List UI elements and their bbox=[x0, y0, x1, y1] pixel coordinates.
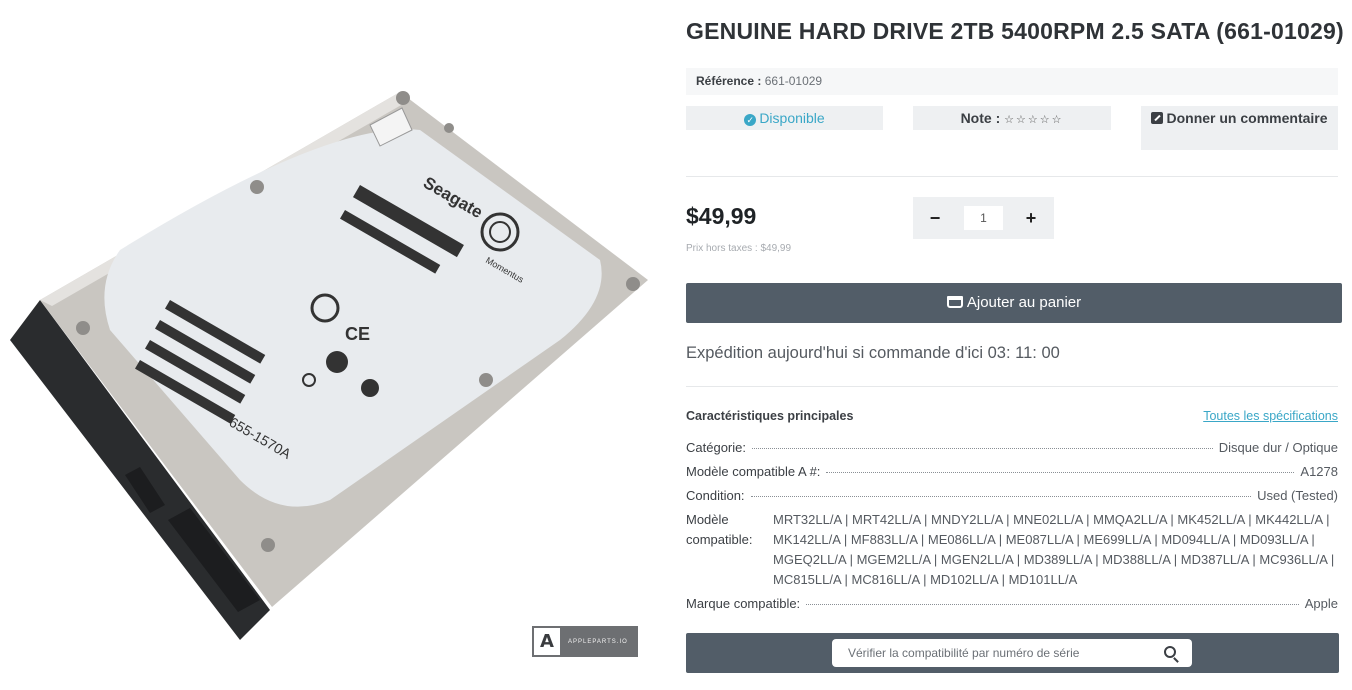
divider bbox=[686, 386, 1338, 387]
quantity-decrease-button[interactable]: − bbox=[923, 206, 947, 230]
add-to-cart-label: Ajouter au panier bbox=[966, 294, 1082, 311]
appleparts-logo: A APPLEPARTS.IO bbox=[532, 626, 638, 657]
check-circle-icon: ✓ bbox=[744, 114, 757, 126]
availability-badge: ✓ Disponible bbox=[686, 106, 883, 130]
add-to-cart-button[interactable]: Ajouter au panier bbox=[686, 283, 1342, 323]
rating-box[interactable]: Note : ☆☆☆☆☆ bbox=[913, 106, 1111, 130]
spec-row: Modèle compatible A #: A1278 bbox=[686, 464, 1338, 479]
cart-icon bbox=[946, 296, 963, 308]
star-rating-icon[interactable]: ☆☆☆☆☆ bbox=[1004, 113, 1063, 126]
dotted-leader bbox=[750, 496, 1252, 497]
compatible-models-value: MRT32LL/A | MRT42LL/A | MNDY2LL/A | MNE0… bbox=[773, 512, 1335, 587]
price-excl-tax: Prix hors taxes : $49,99 bbox=[686, 243, 792, 254]
logo-mark-icon: A bbox=[532, 626, 562, 657]
quantity-input[interactable] bbox=[964, 206, 1003, 230]
serial-check-bar: Vérifier la compatibilité par numéro de … bbox=[686, 633, 1339, 673]
dotted-leader bbox=[806, 604, 1299, 605]
page-title: GENUINE HARD DRIVE 2TB 5400RPM 2.5 SATA … bbox=[686, 18, 1344, 44]
spec-row: Catégorie: Disque dur / Optique bbox=[686, 440, 1338, 455]
spec-value: Disque dur / Optique bbox=[1218, 440, 1338, 455]
comment-label: Donner un commentaire bbox=[1166, 110, 1328, 126]
specs-heading: Caractéristiques principales bbox=[686, 409, 854, 423]
reference-value: 661-01029 bbox=[764, 74, 823, 88]
all-specs-link[interactable]: Toutes les spécifications bbox=[1203, 409, 1338, 423]
spec-row: Marque compatible: Apple bbox=[686, 596, 1338, 611]
dotted-leader bbox=[751, 448, 1213, 449]
leave-comment-button[interactable]: Donner un commentaire bbox=[1141, 106, 1338, 150]
spec-label: Condition: bbox=[686, 488, 745, 503]
svg-text:CE: CE bbox=[345, 324, 370, 344]
divider bbox=[686, 176, 1338, 177]
spec-label: Marque compatible: bbox=[686, 596, 801, 611]
price: $49,99 bbox=[686, 203, 757, 229]
spec-value: A1278 bbox=[1300, 464, 1338, 479]
dotted-leader bbox=[826, 472, 1295, 473]
spec-value: Used (Tested) bbox=[1257, 488, 1338, 503]
reference-label: Référence : bbox=[696, 74, 762, 88]
quantity-increase-button[interactable]: + bbox=[1019, 206, 1043, 230]
product-image[interactable]: Seagate Momentus CE 655-1570A A APPLEPAR… bbox=[0, 0, 660, 690]
edit-icon bbox=[1151, 112, 1164, 124]
quantity-stepper: − + bbox=[913, 197, 1054, 239]
logo-text: APPLEPARTS.IO bbox=[568, 638, 628, 645]
serial-search-input[interactable]: Vérifier la compatibilité par numéro de … bbox=[832, 639, 1192, 667]
spec-value: Apple bbox=[1304, 596, 1338, 611]
spec-label: Modèle compatible A #: bbox=[686, 464, 821, 479]
spec-label: Catégorie: bbox=[686, 440, 746, 455]
compatible-models-label: Modèle compatible: bbox=[686, 512, 753, 547]
reference-bar: Référence : 661-01029 bbox=[686, 68, 1338, 95]
search-icon[interactable] bbox=[1164, 646, 1176, 658]
serial-search-placeholder: Vérifier la compatibilité par numéro de … bbox=[848, 646, 1080, 660]
spec-row: Condition: Used (Tested) bbox=[686, 488, 1338, 503]
availability-text: Disponible bbox=[759, 110, 825, 126]
hard-drive-illustration: Seagate Momentus CE 655-1570A bbox=[10, 91, 648, 640]
rating-label: Note : bbox=[960, 110, 1001, 126]
shipping-countdown: Expédition aujourd'hui si commande d'ici… bbox=[686, 344, 1060, 362]
